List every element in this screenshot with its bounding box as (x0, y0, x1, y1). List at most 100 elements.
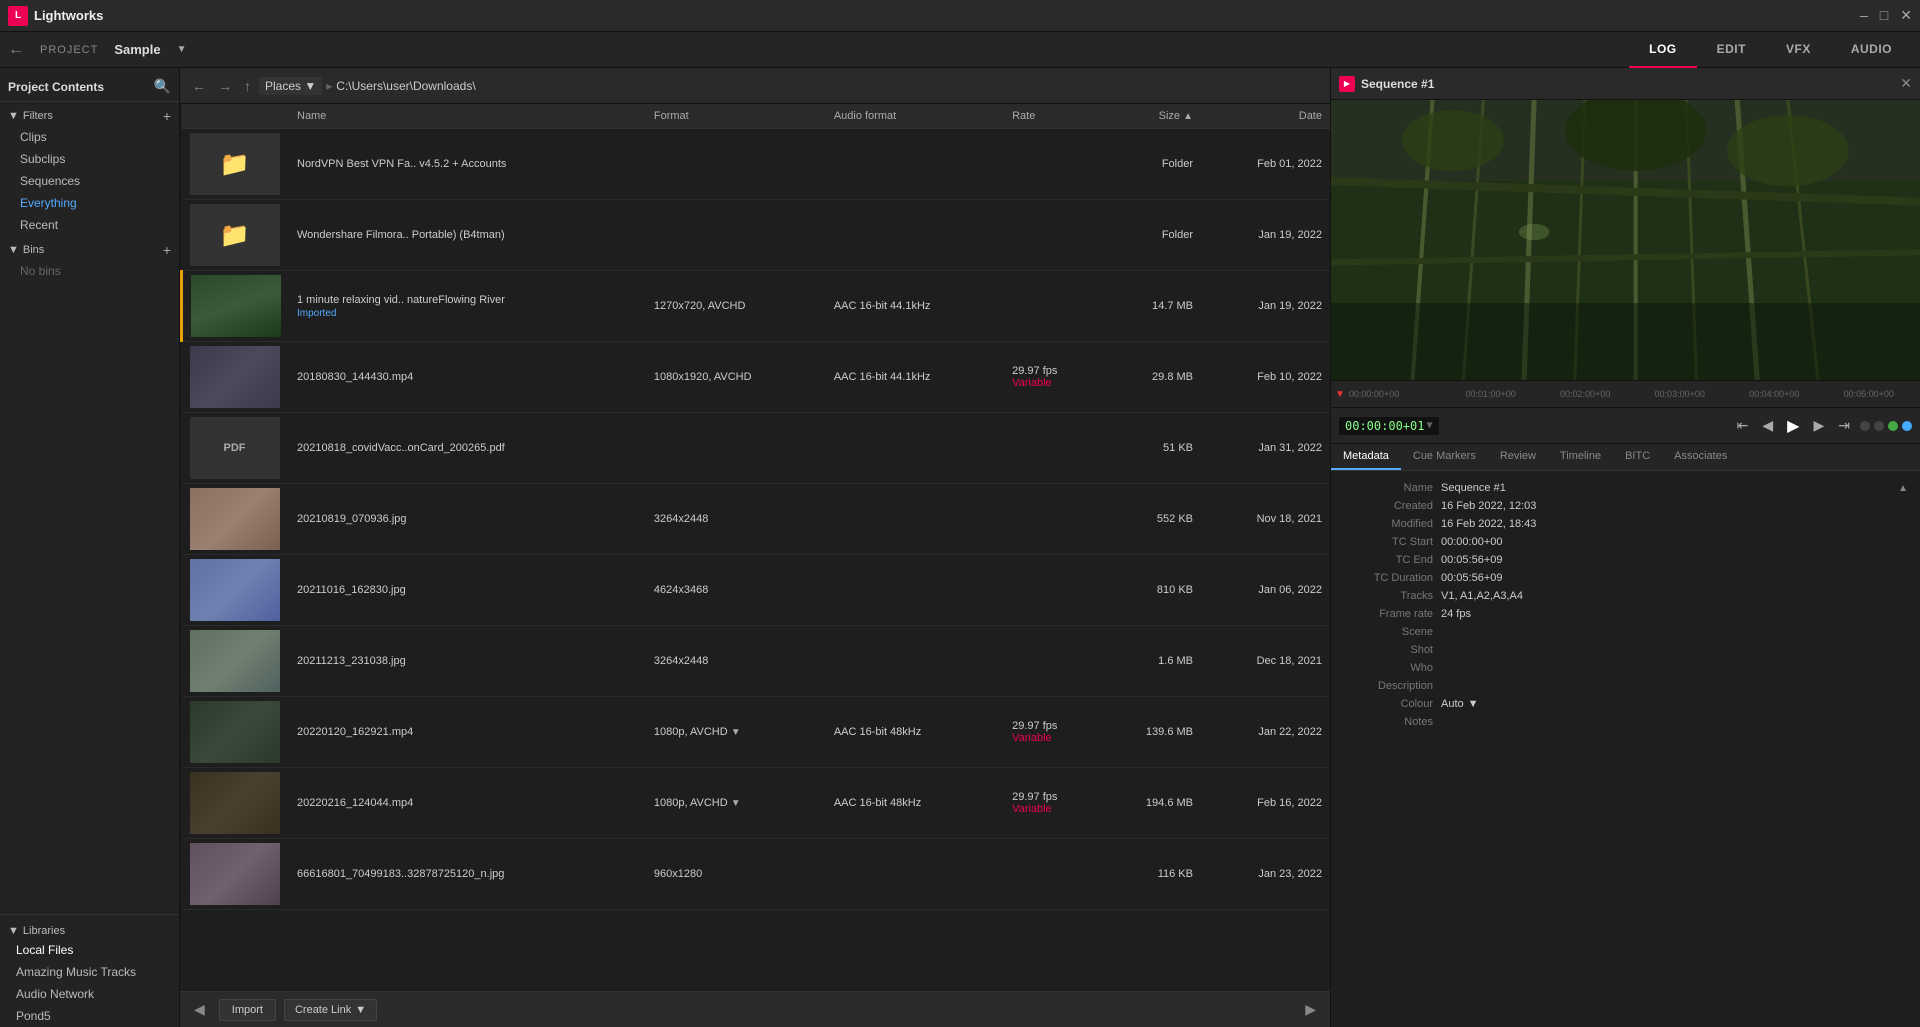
back-icon[interactable]: ← (8, 41, 24, 59)
sidebar-item-recent[interactable]: Recent (0, 214, 179, 236)
places-dropdown[interactable]: Places ▼ (259, 77, 322, 95)
table-row[interactable]: 20210819_070936.jpg 3264x2448 552 KB Nov… (182, 484, 1331, 555)
imported-badge: Imported (297, 308, 638, 319)
col-rate[interactable]: Rate (1004, 104, 1101, 129)
meta-row-tc-start: TC Start 00:00:00+00 (1331, 533, 1920, 551)
col-audio-format[interactable]: Audio format (826, 104, 1004, 129)
sidebar-item-everything[interactable]: Everything (0, 192, 179, 214)
meta-label-colour: Colour (1343, 698, 1433, 710)
ruler-mark-4: 00:04:00+00 (1727, 389, 1822, 399)
ruler-mark-5: 00:05:00+00 (1821, 389, 1916, 399)
col-date[interactable]: Date (1201, 104, 1330, 129)
play-button[interactable]: ▶ (1783, 414, 1803, 438)
sidebar-item-subclips[interactable]: Subclips (0, 148, 179, 170)
library-item-pond5[interactable]: Pond5 (0, 1005, 179, 1027)
file-rate (1004, 200, 1101, 271)
create-link-button[interactable]: Create Link ▼ (284, 999, 377, 1021)
timecode-display[interactable]: 00:00:00+01 ▼ (1339, 417, 1439, 435)
table-row[interactable]: 📁 Wondershare Filmora.. Portable) (B4tma… (182, 200, 1331, 271)
meta-value-name[interactable]: Sequence #1 (1441, 482, 1890, 494)
project-name[interactable]: Sample (114, 42, 160, 57)
add-filter-button[interactable]: + (163, 108, 171, 124)
file-size: 1.6 MB (1101, 626, 1201, 697)
library-item-local-files[interactable]: Local Files (0, 939, 179, 961)
library-item-audio-network[interactable]: Audio Network (0, 983, 179, 1005)
import-button[interactable]: Import (219, 999, 276, 1021)
filters-label[interactable]: Filters (23, 110, 53, 122)
tab-review[interactable]: Review (1488, 444, 1548, 470)
search-icon[interactable]: 🔍 (154, 78, 171, 95)
table-row[interactable]: 20211213_231038.jpg 3264x2448 1.6 MB Dec… (182, 626, 1331, 697)
transport-bar: 00:00:00+01 ▼ ⇤ ◀ ▶ ▶ ⇥ (1331, 408, 1920, 444)
meta-label-tc-start: TC Start (1343, 536, 1433, 548)
col-name[interactable]: Name (289, 104, 646, 129)
bins-label[interactable]: Bins (23, 244, 44, 256)
close-sequence-button[interactable]: ✕ (1900, 75, 1912, 92)
close-button[interactable]: ✕ (1900, 7, 1912, 24)
step-forward-button[interactable]: ▶ (1809, 415, 1828, 436)
meta-label-tc-end: TC End (1343, 554, 1433, 566)
col-format[interactable]: Format (646, 104, 826, 129)
step-back-button[interactable]: ◀ (1758, 415, 1777, 436)
tab-cue-markers[interactable]: Cue Markers (1401, 444, 1488, 470)
meta-value-tc-end[interactable]: 00:05:56+09 (1441, 554, 1908, 566)
table-row[interactable]: 📁 NordVPN Best VPN Fa.. v4.5.2 + Account… (182, 129, 1331, 200)
tab-vfx[interactable]: VFX (1766, 32, 1831, 68)
table-row[interactable]: 1 minute relaxing vid.. natureFlowing Ri… (182, 271, 1331, 342)
table-row[interactable]: 20220120_162921.mp4 1080p, AVCHD ▼ AAC 1… (182, 697, 1331, 768)
meta-value-colour[interactable]: Auto ▼ (1441, 698, 1908, 710)
file-audio (826, 839, 1004, 910)
go-to-end-button[interactable]: ⇥ (1834, 415, 1854, 436)
scroll-right-button[interactable]: ▶ (1299, 999, 1322, 1020)
sidebar-item-sequences[interactable]: Sequences (0, 170, 179, 192)
file-name: 20211213_231038.jpg (289, 626, 646, 697)
title-bar: L Lightworks – □ ✕ (0, 0, 1920, 32)
current-path: C:\Users\user\Downloads\ (336, 79, 475, 93)
table-row[interactable]: 20220216_124044.mp4 1080p, AVCHD ▼ AAC 1… (182, 768, 1331, 839)
table-row[interactable]: 66616801_70499183..32878725120_n.jpg 960… (182, 839, 1331, 910)
meta-row-created: Created 16 Feb 2022, 12:03 (1331, 497, 1920, 515)
tab-log[interactable]: LOG (1629, 32, 1697, 68)
tab-bitc[interactable]: BITC (1613, 444, 1662, 470)
file-name: 20211016_162830.jpg (289, 555, 646, 626)
no-bins-label: No bins (0, 260, 179, 282)
table-row[interactable]: PDF 20210818_covidVacc..onCard_200265.pd… (182, 413, 1331, 484)
nav-forward-button[interactable]: → (214, 76, 236, 96)
thumb-cell (182, 484, 290, 555)
table-row[interactable]: 20211016_162830.jpg 4624x3468 810 KB Jan… (182, 555, 1331, 626)
meta-label-scene: Scene (1343, 626, 1433, 638)
meta-value-tc-start[interactable]: 00:00:00+00 (1441, 536, 1908, 548)
tab-associates[interactable]: Associates (1662, 444, 1739, 470)
tc-dropdown-icon[interactable]: ▼ (1426, 420, 1432, 431)
file-table-container[interactable]: Name Format Audio format Rate Size (180, 104, 1330, 991)
file-rate (1004, 129, 1101, 200)
tab-metadata[interactable]: Metadata (1331, 444, 1401, 470)
nav-back-button[interactable]: ← (188, 76, 210, 96)
meta-label-description: Description (1343, 680, 1433, 692)
nav-up-button[interactable]: ↑ (240, 76, 255, 96)
file-rate: 29.97 fps Variable (1004, 342, 1101, 413)
scroll-left-button[interactable]: ◀ (188, 999, 211, 1020)
go-to-start-button[interactable]: ⇤ (1733, 415, 1753, 436)
meta-label-notes: Notes (1343, 716, 1433, 728)
video-preview[interactable] (1331, 100, 1920, 380)
add-bin-button[interactable]: + (163, 242, 171, 258)
meta-collapse-icon[interactable]: ▲ (1898, 483, 1908, 494)
libraries-arrow: ▼ (8, 925, 19, 937)
project-dropdown-icon[interactable]: ▼ (177, 44, 187, 55)
tab-timeline[interactable]: Timeline (1548, 444, 1613, 470)
libraries-label[interactable]: Libraries (23, 925, 65, 937)
tab-edit[interactable]: EDIT (1697, 32, 1766, 68)
tab-audio[interactable]: AUDIO (1831, 32, 1912, 68)
colour-dropdown-icon[interactable]: ▼ (1468, 698, 1479, 710)
col-size[interactable]: Size ▲ (1101, 104, 1201, 129)
meta-label-shot: Shot (1343, 644, 1433, 656)
libraries-label-row: ▼ Libraries (0, 919, 179, 939)
maximize-button[interactable]: □ (1880, 7, 1888, 24)
file-size: 139.6 MB (1101, 697, 1201, 768)
sidebar-item-clips[interactable]: Clips (0, 126, 179, 148)
variable-rate-badge: Variable (1012, 377, 1093, 389)
library-item-amazing-music[interactable]: Amazing Music Tracks (0, 961, 179, 983)
table-row[interactable]: 20180830_144430.mp4 1080x1920, AVCHD AAC… (182, 342, 1331, 413)
minimize-button[interactable]: – (1860, 7, 1868, 24)
